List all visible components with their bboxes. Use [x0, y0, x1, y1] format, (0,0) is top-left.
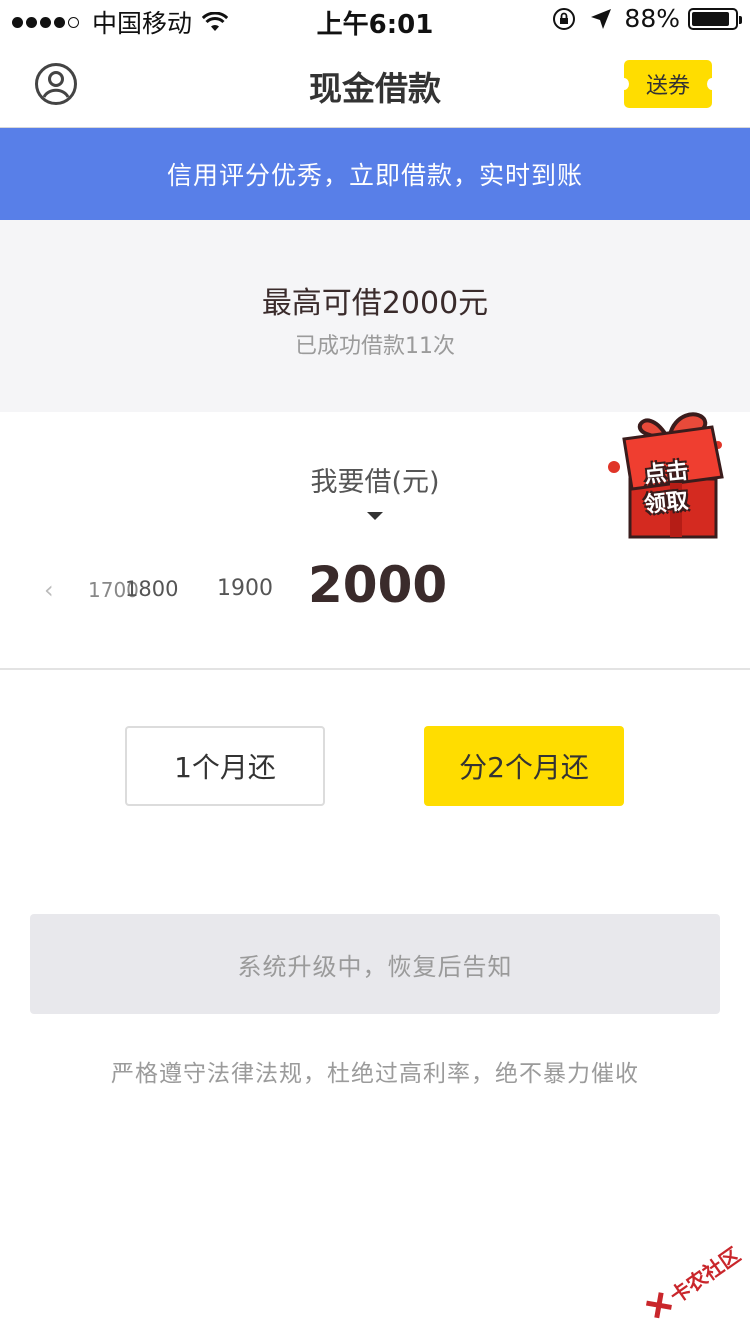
battery-icon: [688, 7, 742, 30]
footer-note: 严格遵守法律法规，杜绝过高利率，绝不暴力催收: [111, 1061, 639, 1087]
status-bar: 中国移动 上午6:01 88%: [0, 0, 750, 40]
coupon-button[interactable]: 送券: [619, 60, 717, 108]
limit-panel: 最高可借2000元 已成功借款11次: [0, 220, 750, 412]
amount-option[interactable]: 1900: [217, 576, 273, 601]
repay-two-months-button[interactable]: 分2个月还: [424, 726, 624, 806]
status-right: 88%: [552, 4, 742, 33]
rotation-lock-icon: [553, 7, 576, 30]
submit-button[interactable]: 系统升级中，恢复后告知: [30, 914, 720, 1014]
borrow-count: 已成功借款11次: [295, 334, 455, 359]
location-arrow-icon: [591, 8, 612, 29]
credit-banner: 信用评分优秀，立即借款，实时到账: [0, 128, 750, 220]
selected-amount[interactable]: 2000: [308, 556, 447, 614]
max-limit-title: 最高可借2000元: [261, 286, 489, 321]
gift-text-line2: 领取: [643, 488, 690, 519]
watermark: 卡农社区: [627, 1216, 750, 1344]
watermark-text: 卡农社区: [665, 1242, 745, 1308]
divider: [0, 668, 750, 670]
chevron-left-icon[interactable]: ‹: [44, 576, 54, 604]
caret-down-icon: [367, 512, 383, 520]
battery-level: [692, 11, 729, 26]
amount-option[interactable]: 1800: [125, 577, 178, 601]
gift-promo-button[interactable]: 点击 领取: [604, 405, 732, 545]
repay-one-month-button[interactable]: 1个月还: [125, 726, 325, 806]
battery-percent: 88%: [624, 4, 680, 33]
nav-bar: 现金借款 送券: [0, 40, 750, 128]
